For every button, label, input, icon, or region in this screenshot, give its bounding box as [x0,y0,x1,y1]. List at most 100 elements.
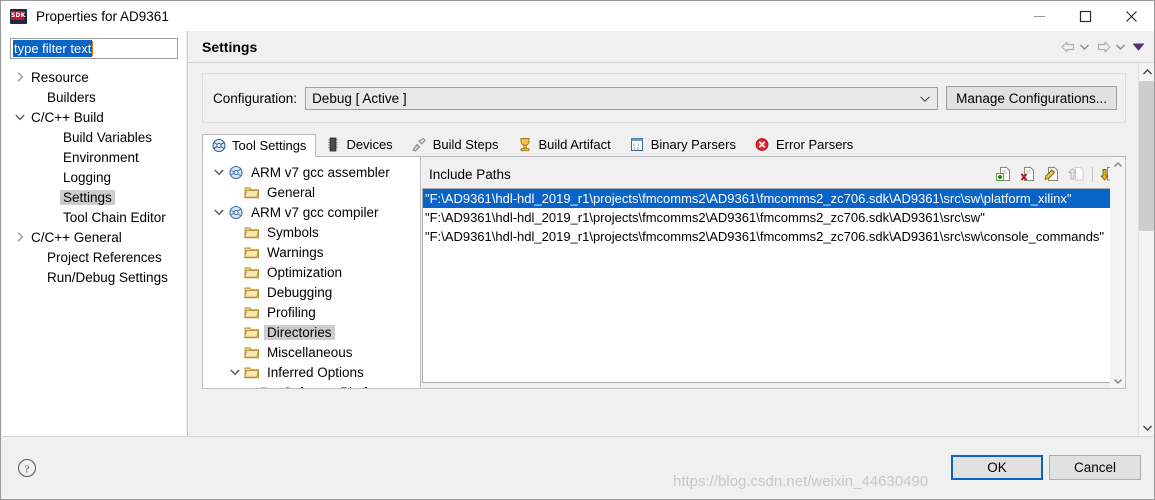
chevron-down-icon[interactable] [12,114,28,121]
nav-tree-item-project-references[interactable]: Project References [2,247,186,267]
chevron-down-icon[interactable] [211,209,227,216]
delete-path-icon[interactable] [1018,165,1039,184]
tab-label: Build Artifact [538,137,611,152]
tab-binary-parsers[interactable]: 0 1 1 0 Binary Parsers [621,133,746,156]
forward-nav-group[interactable] [1095,38,1127,56]
back-arrow-icon[interactable] [1059,38,1077,56]
page-header-nav [1055,38,1154,56]
chevron-down-icon[interactable] [211,169,227,176]
back-chevron-down-icon[interactable] [1077,38,1091,56]
folder-icon [243,365,261,379]
nav-tree-item-c-c-general[interactable]: C/C++ General [2,227,186,247]
tool-tree-item-arm-v7-gcc-assembler[interactable]: ARM v7 gcc assembler [203,162,420,182]
filter-input-value: type filter text [13,40,93,57]
tool-tree-item-arm-v7-gcc-compiler[interactable]: ARM v7 gcc compiler [203,202,420,222]
tool-tree-item-label: Debugging [267,284,333,300]
tool-tree-item-general[interactable]: General [203,182,420,202]
minimize-button[interactable] [1016,1,1062,31]
binary-parsers-icon: 0110 [629,137,646,153]
forward-arrow-icon[interactable] [1095,38,1113,56]
nav-tree-item-logging[interactable]: Logging [2,167,186,187]
sdk-icon: SDK [10,8,27,24]
chevron-down-icon[interactable] [227,369,243,376]
folder-icon [259,385,277,388]
tab-build-steps[interactable]: Build Steps [403,133,509,156]
tool-settings-body: ARM v7 gcc assembler General ARM v7 gcc co… [202,157,1126,389]
add-path-icon[interactable] [994,165,1015,184]
tool-tree-item-miscellaneous[interactable]: Miscellaneous [203,342,420,362]
maximize-button[interactable] [1062,1,1108,31]
tool-icon [227,165,245,180]
window-title: Properties for AD9361 [36,8,169,24]
folder-icon [243,305,261,319]
forward-chevron-down-icon[interactable] [1113,38,1127,56]
include-path-row[interactable]: "F:\AD9361\hdl-hdl_2019_r1\projects\fmco… [423,227,1123,246]
include-paths-list[interactable]: "F:\AD9361\hdl-hdl_2019_r1\projects\fmco… [422,188,1124,383]
include-path-row[interactable]: "F:\AD9361\hdl-hdl_2019_r1\projects\fmco… [423,208,1123,227]
nav-tree-item-builders[interactable]: Builders [2,87,186,107]
tool-tree-item-profiling[interactable]: Profiling [203,302,420,322]
nav-tree-item-resource[interactable]: Resource [2,67,186,87]
chevron-right-icon[interactable] [12,72,28,82]
chevron-right-icon[interactable] [12,232,28,242]
nav-tree-item-c-c-build[interactable]: C/C++ Build [2,107,186,127]
settings-page-scrollbar[interactable] [1138,63,1154,436]
build-artifact-icon [516,137,533,153]
tool-tree-item-label: Software Platform [280,385,393,389]
tool-tree-item-label: Profiling [267,304,316,320]
page-scroll-down-icon[interactable] [1139,419,1154,436]
nav-tree-item-environment[interactable]: Environment [2,147,186,167]
nav-tree-item-build-variables[interactable]: Build Variables [2,127,186,147]
tool-tree-item-optimization[interactable]: Optimization [203,262,420,282]
tab-build-artifact[interactable]: Build Artifact [508,133,620,156]
option-panel-scrollbar[interactable] [1110,157,1125,388]
scroll-up-icon[interactable] [1110,157,1125,172]
option-panel: Include Paths "F:\AD9361\hdl-hdl_2019_r1… [421,157,1125,388]
close-button[interactable] [1108,1,1154,31]
scroll-down-icon[interactable] [1110,373,1125,388]
configuration-group: Configuration: Debug [ Active ] Manage C… [202,73,1126,123]
back-nav-group[interactable] [1059,38,1091,56]
nav-tree-item-label: Resource [31,69,89,85]
cancel-button[interactable]: Cancel [1049,455,1141,480]
tab-tool-settings[interactable]: Tool Settings [202,134,317,157]
svg-text:?: ? [25,463,30,475]
ok-button[interactable]: OK [951,455,1043,480]
tool-tree-item-symbols[interactable]: Symbols [203,222,420,242]
properties-dialog: SDK Properties for AD9361 type filter te… [0,0,1155,500]
filter-wrapper: type filter text [2,31,186,59]
text-caret [92,41,94,56]
nav-tree-item-settings[interactable]: Settings [2,187,186,207]
tool-tree-item-software-platform[interactable]: Software Platform [203,382,420,388]
edit-path-icon[interactable] [1042,165,1063,184]
view-menu-group[interactable] [1131,38,1145,56]
manage-configurations-button[interactable]: Manage Configurations... [946,86,1117,110]
help-icon[interactable]: ? [16,457,38,479]
tab-label: Binary Parsers [650,137,736,152]
include-path-row[interactable]: "F:\AD9361\hdl-hdl_2019_r1\projects\fmco… [423,189,1123,208]
window-controls [1016,1,1154,31]
page-scroll-up-icon[interactable] [1139,63,1154,80]
scrollbar-thumb[interactable] [1139,81,1154,231]
cancel-button-label: Cancel [1073,460,1117,475]
configuration-select[interactable]: Debug [ Active ] [305,86,939,110]
nav-tree-item-tool-chain-editor[interactable]: Tool Chain Editor [2,207,186,227]
tool-tree-item-label: Directories [264,324,335,340]
settings-tabs[interactable]: Tool Settings Devices Build Steps Build Art… [202,133,1126,157]
tool-tree-item-inferred-options[interactable]: Inferred Options [203,362,420,382]
nav-tree-item-run-debug-settings[interactable]: Run/Debug Settings [2,267,186,287]
tool-tree-item-warnings[interactable]: Warnings [203,242,420,262]
nav-tree-item-label: Environment [63,149,139,165]
sdk-icon-label: SDK [11,10,26,20]
dialog-footer: ? OK Cancel [2,436,1153,498]
tab-error-parsers[interactable]: Error Parsers [746,133,863,156]
filter-input[interactable]: type filter text [10,38,178,59]
nav-tree-item-label: Settings [60,189,115,205]
settings-category-tree[interactable]: Resource Builders C/C++ Build Build Variabl… [2,67,186,287]
tool-tree-item-directories[interactable]: Directories [203,322,420,342]
tool-category-tree[interactable]: ARM v7 gcc assembler General ARM v7 gcc co… [203,157,421,388]
configuration-select-value: Debug [ Active ] [312,90,407,106]
tab-devices[interactable]: Devices [316,133,402,156]
tool-tree-item-debugging[interactable]: Debugging [203,282,420,302]
view-menu-chevron-down-icon[interactable] [1131,38,1145,56]
